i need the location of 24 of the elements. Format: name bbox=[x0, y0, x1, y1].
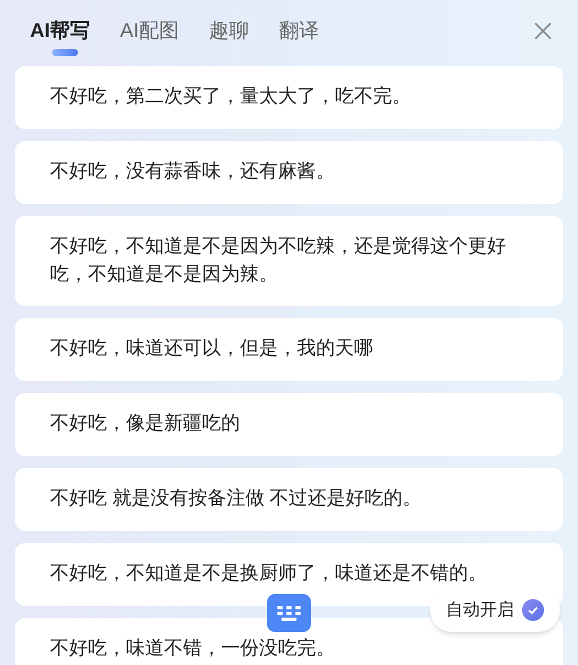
suggestion-text: 不好吃，不知道是不是因为不吃辣，还是觉得这个更好吃，不知道是不是因为辣。 bbox=[50, 235, 507, 287]
tab[interactable]: AI帮写 bbox=[30, 17, 90, 45]
suggestion-text: 不好吃，味道还可以，但是，我的天哪 bbox=[50, 337, 374, 361]
suggestion-text: 不好吃，味道不错，一份没吃完。 bbox=[50, 637, 336, 661]
suggestion-text: 不好吃，没有蒜香味，还有麻酱。 bbox=[50, 160, 336, 184]
suggestion-text: 不好吃，不知道是不是换厨师了，味道还是不错的。 bbox=[50, 562, 488, 586]
keyboard-icon bbox=[276, 604, 302, 622]
tab-indicator bbox=[52, 49, 78, 56]
auto-start-toggle[interactable]: 自动开启 bbox=[430, 588, 560, 632]
suggestion-card[interactable]: 不好吃，味道不错，一份没吃完。 bbox=[15, 618, 563, 665]
suggestion-card[interactable]: 不好吃，第二次买了，量太大了，吃不完。 bbox=[15, 66, 563, 129]
suggestion-card[interactable]: 不好吃，没有蒜香味，还有麻酱。 bbox=[15, 141, 563, 204]
suggestion-card[interactable]: 不好吃 就是没有按备注做 不过还是好吃的。 bbox=[15, 468, 563, 531]
suggestion-text: 不好吃，像是新疆吃的 bbox=[50, 412, 241, 436]
suggestion-card[interactable]: 不好吃，味道还可以，但是，我的天哪 bbox=[15, 318, 563, 381]
suggestion-card[interactable]: 不好吃，不知道是不是因为不吃辣，还是觉得这个更好吃，不知道是不是因为辣。 bbox=[15, 216, 563, 306]
tab[interactable]: 翻译 bbox=[278, 17, 319, 45]
suggestion-card[interactable]: 不好吃，像是新疆吃的 bbox=[15, 393, 563, 456]
tab[interactable]: 趣聊 bbox=[208, 17, 249, 45]
close-icon[interactable] bbox=[532, 20, 554, 42]
keyboard-button[interactable] bbox=[267, 594, 311, 632]
tab[interactable]: AI配图 bbox=[120, 17, 179, 45]
suggestion-text: 不好吃 就是没有按备注做 不过还是好吃的。 bbox=[50, 487, 423, 511]
suggestion-text: 不好吃，第二次买了，量太大了，吃不完。 bbox=[50, 85, 412, 109]
